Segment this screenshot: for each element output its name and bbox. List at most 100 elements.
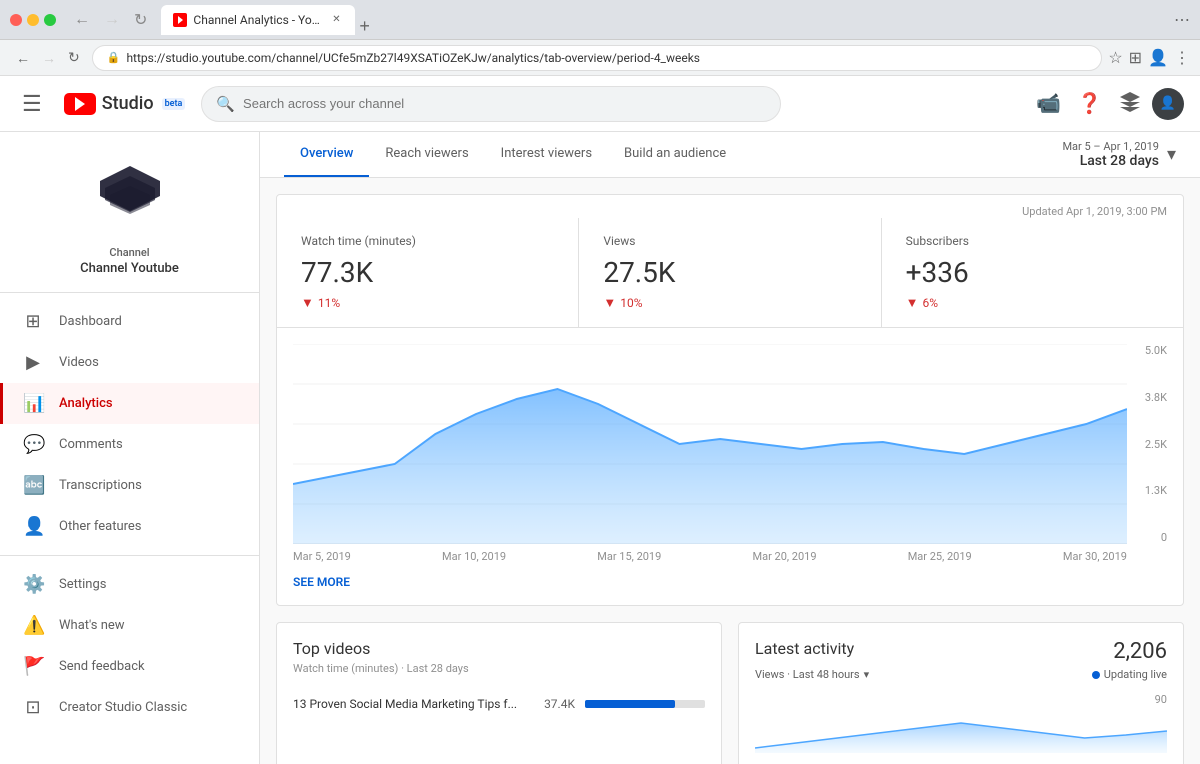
delta-value-subscribers: 6% <box>923 296 939 310</box>
dot-yellow[interactable] <box>27 14 39 26</box>
live-dot <box>1092 671 1100 679</box>
browser-menu-icon[interactable]: ⋯ <box>1174 10 1190 29</box>
help-button[interactable]: ❓ <box>1071 85 1108 122</box>
date-range-period: Last 28 days <box>1062 153 1159 169</box>
sidebar-label-transcriptions: Transcriptions <box>59 478 142 493</box>
tab-reach[interactable]: Reach viewers <box>369 132 484 177</box>
x-label-4: Mar 20, 2019 <box>752 550 816 563</box>
browser-tab-area: Channel Analytics - YouTube S... ✕ + <box>161 5 1166 35</box>
sidebar-label-dashboard: Dashboard <box>59 314 122 329</box>
tab-title: Channel Analytics - YouTube S... <box>193 13 323 27</box>
video-value: 37.4K <box>544 697 575 711</box>
sidebar-label-classic: Creator Studio Classic <box>59 700 187 715</box>
stat-value-watchtime: 77.3K <box>301 256 554 289</box>
sidebar-item-classic[interactable]: ⊡ Creator Studio Classic <box>0 687 259 728</box>
top-videos-card: Top videos Watch time (minutes) · Last 2… <box>276 622 722 764</box>
extensions-button[interactable]: ⊞ <box>1129 48 1142 68</box>
lock-icon: 🔒 <box>107 51 121 64</box>
delta-arrow-views: ▼ <box>603 295 616 311</box>
top-videos-header: Top videos <box>293 639 705 658</box>
sidebar-nav: ⊞ Dashboard ▶ Videos 📊 Analytics 💬 Comme… <box>0 293 259 764</box>
create-video-button[interactable]: 📹 <box>1030 85 1067 122</box>
activity-chart-value: 90 <box>1155 693 1167 706</box>
analytics-chart <box>293 344 1127 544</box>
tab-overview[interactable]: Overview <box>284 132 369 177</box>
sidebar-item-other[interactable]: 👤 Other features <box>0 506 259 547</box>
forward-button[interactable]: → <box>98 8 126 32</box>
date-range-dates: Mar 5 – Apr 1, 2019 <box>1062 140 1159 153</box>
tab-interest[interactable]: Interest viewers <box>485 132 608 177</box>
profile-button[interactable]: 👤 <box>1148 48 1168 68</box>
stat-label-watchtime: Watch time (minutes) <box>301 234 554 248</box>
yt-logo[interactable]: Studiobeta <box>64 93 186 115</box>
x-axis-labels: Mar 5, 2019 Mar 10, 2019 Mar 15, 2019 Ma… <box>293 544 1167 571</box>
see-more-link[interactable]: SEE MORE <box>277 571 1183 605</box>
video-title: 13 Proven Social Media Marketing Tips f.… <box>293 697 534 711</box>
addr-forward[interactable]: → <box>36 45 62 70</box>
window-controls <box>10 14 56 26</box>
sidebar-item-transcriptions[interactable]: 🔤 Transcriptions <box>0 465 259 506</box>
x-label-1: Mar 5, 2019 <box>293 550 351 563</box>
app-container: ☰ Studiobeta 🔍 📹 ❓ 👤 <box>0 76 1200 764</box>
browser-nav-buttons: ← → ↻ <box>68 8 153 32</box>
top-videos-title: Top videos <box>293 639 705 658</box>
x-label-6: Mar 30, 2019 <box>1063 550 1127 563</box>
more-button[interactable]: ⋮ <box>1174 48 1190 68</box>
date-range-selector[interactable]: Mar 5 – Apr 1, 2019 Last 28 days ▾ <box>1062 132 1176 177</box>
sidebar-item-comments[interactable]: 💬 Comments <box>0 424 259 465</box>
dot-green[interactable] <box>44 14 56 26</box>
sidebar-item-videos[interactable]: ▶ Videos <box>0 342 259 383</box>
sidebar-item-dashboard[interactable]: ⊞ Dashboard <box>0 301 259 342</box>
x-label-2: Mar 10, 2019 <box>442 550 506 563</box>
yt-icon <box>64 93 96 115</box>
latest-activity-value: 2,206 <box>1113 639 1167 664</box>
reload-button[interactable]: ↻ <box>128 8 153 32</box>
search-input[interactable] <box>243 96 766 111</box>
addr-reload[interactable]: ↻ <box>62 45 86 70</box>
sidebar-channel-info: Channel Channel Youtube <box>0 132 259 293</box>
layers-button[interactable] <box>1112 84 1148 123</box>
tab-close-icon[interactable]: ✕ <box>329 13 343 27</box>
video-bar <box>585 700 675 708</box>
content-area: Overview Reach viewers Interest viewers … <box>260 132 1200 764</box>
bookmark-button[interactable]: ☆ <box>1108 48 1122 68</box>
addr-actions: ☆ ⊞ 👤 ⋮ <box>1108 48 1190 68</box>
y-label-38k: 3.8K <box>1135 391 1167 404</box>
latest-activity-subtitle: Views · Last 48 hours ▾ <box>755 668 869 681</box>
sidebar-label-videos: Videos <box>59 355 99 370</box>
address-input[interactable]: 🔒 https://studio.youtube.com/channel/UCf… <box>92 45 1103 71</box>
channel-name: Channel Youtube <box>80 261 179 276</box>
dot-red[interactable] <box>10 14 22 26</box>
sidebar-item-whats-new[interactable]: ⚠️ What's new <box>0 605 259 646</box>
address-bar: ← → ↻ 🔒 https://studio.youtube.com/chann… <box>0 40 1200 76</box>
addr-back[interactable]: ← <box>10 45 36 70</box>
sidebar-item-settings[interactable]: ⚙️ Settings <box>0 564 259 605</box>
hamburger-button[interactable]: ☰ <box>16 89 48 119</box>
sidebar-label-comments: Comments <box>59 437 123 452</box>
search-icon: 🔍 <box>216 95 235 113</box>
active-tab[interactable]: Channel Analytics - YouTube S... ✕ <box>161 5 355 35</box>
avatar[interactable]: 👤 <box>1152 88 1184 120</box>
analytics-tabs: Overview Reach viewers Interest viewers … <box>260 132 1200 178</box>
stats-section: Updated Apr 1, 2019, 3:00 PM Watch time … <box>276 194 1184 606</box>
sidebar-item-feedback[interactable]: 🚩 Send feedback <box>0 646 259 687</box>
tab-audience[interactable]: Build an audience <box>608 132 742 177</box>
search-bar[interactable]: 🔍 <box>201 86 781 122</box>
transcriptions-icon: 🔤 <box>23 475 43 496</box>
studio-text: Studio <box>102 93 154 114</box>
other-icon: 👤 <box>23 516 43 537</box>
browser-menu-icons: ⋯ <box>1174 10 1190 29</box>
stat-label-views: Views <box>603 234 856 248</box>
y-axis-labels: 5.0K 3.8K 2.5K 1.3K 0 <box>1127 344 1167 544</box>
y-label-25k: 2.5K <box>1135 438 1167 451</box>
x-label-5: Mar 25, 2019 <box>908 550 972 563</box>
stat-value-subscribers: +336 <box>906 256 1159 289</box>
stat-value-views: 27.5K <box>603 256 856 289</box>
y-label-0: 0 <box>1135 531 1167 544</box>
sidebar-item-analytics[interactable]: 📊 Analytics <box>0 383 259 424</box>
chart-area: 5.0K 3.8K 2.5K 1.3K 0 Mar 5, 2019 Mar 10… <box>277 328 1183 571</box>
new-tab-button[interactable]: + <box>359 17 370 35</box>
y-label-13k: 1.3K <box>1135 484 1167 497</box>
chevron-down-icon-activity[interactable]: ▾ <box>864 668 870 681</box>
back-button[interactable]: ← <box>68 8 96 32</box>
